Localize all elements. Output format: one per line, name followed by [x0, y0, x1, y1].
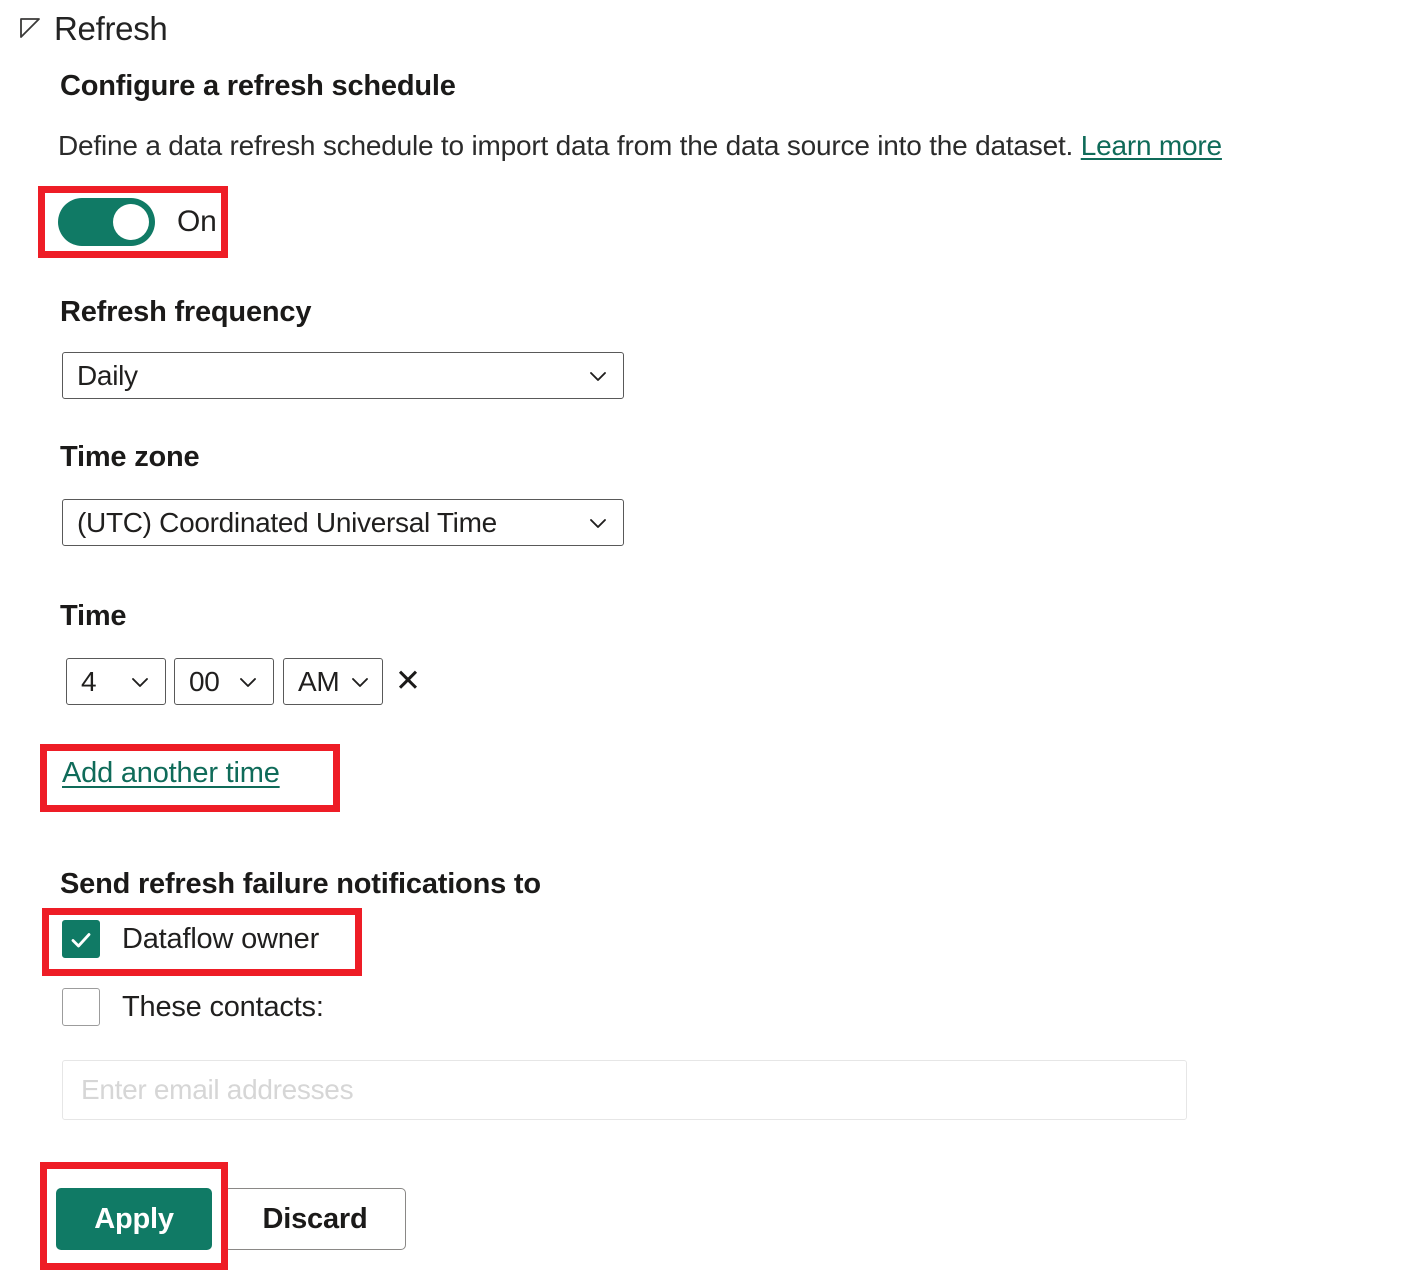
add-another-time-link[interactable]: Add another time [62, 757, 280, 790]
notifications-label: Send refresh failure notifications to [60, 868, 541, 901]
refresh-frequency-label: Refresh frequency [60, 296, 311, 329]
dataflow-owner-label: Dataflow owner [122, 923, 319, 956]
dataflow-owner-checkbox[interactable] [62, 920, 100, 958]
these-contacts-label: These contacts: [122, 991, 324, 1024]
apply-button[interactable]: Apply [56, 1188, 212, 1250]
toggle-knob [113, 204, 149, 240]
refresh-section-header[interactable]: Refresh [18, 12, 167, 45]
refresh-frequency-select[interactable]: Daily [62, 352, 624, 399]
time-label: Time [60, 600, 126, 633]
check-icon [69, 928, 93, 952]
description-sentence: Define a data refresh schedule to import… [58, 130, 1073, 161]
description-text: Define a data refresh schedule to import… [58, 130, 1222, 162]
time-meridiem-value: AM [298, 666, 339, 698]
dataflow-owner-checkbox-row[interactable]: Dataflow owner [62, 920, 319, 958]
email-addresses-input[interactable] [62, 1060, 1187, 1120]
chevron-down-icon [585, 510, 611, 536]
discard-button[interactable]: Discard [224, 1188, 406, 1250]
time-zone-label: Time zone [60, 441, 199, 474]
page-title: Configure a refresh schedule [60, 70, 456, 103]
time-meridiem-select[interactable]: AM [283, 658, 383, 705]
time-zone-value: (UTC) Coordinated Universal Time [77, 507, 577, 539]
chevron-down-icon [347, 669, 373, 695]
section-title: Refresh [54, 12, 167, 45]
these-contacts-checkbox[interactable] [62, 988, 100, 1026]
collapse-triangle-icon[interactable] [18, 16, 44, 42]
toggle-state-label: On [177, 205, 217, 239]
chevron-down-icon [127, 669, 153, 695]
time-hour-value: 4 [81, 666, 119, 698]
time-hour-select[interactable]: 4 [66, 658, 166, 705]
time-minute-select[interactable]: 00 [174, 658, 274, 705]
enable-refresh-toggle-row[interactable]: On [58, 198, 217, 246]
refresh-frequency-value: Daily [77, 360, 577, 392]
chevron-down-icon [585, 363, 611, 389]
learn-more-link[interactable]: Learn more [1081, 130, 1222, 161]
these-contacts-checkbox-row[interactable]: These contacts: [62, 988, 324, 1026]
time-minute-value: 00 [189, 666, 227, 698]
enable-refresh-toggle[interactable] [58, 198, 155, 246]
time-zone-select[interactable]: (UTC) Coordinated Universal Time [62, 499, 624, 546]
remove-time-icon[interactable]: ✕ [392, 662, 424, 700]
chevron-down-icon [235, 669, 261, 695]
